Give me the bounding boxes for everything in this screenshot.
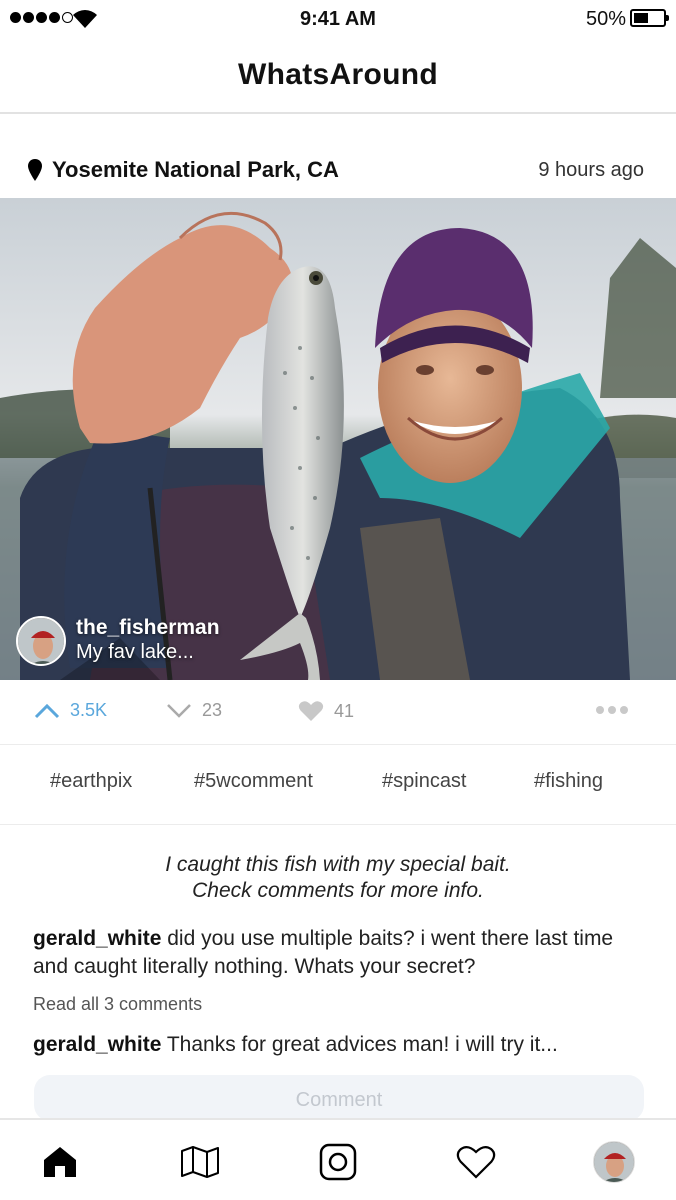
divider (0, 744, 676, 745)
home-icon (44, 1147, 76, 1177)
description-line: I caught this fish with my special bait. (165, 853, 511, 876)
header-divider (0, 112, 676, 114)
location-name: Yosemite National Park, CA (52, 157, 339, 182)
hashtag[interactable]: #5wcomment (194, 770, 313, 793)
chevron-down-icon (167, 703, 191, 718)
tab-map[interactable] (178, 1140, 222, 1184)
upvote-button[interactable]: 3.5K (34, 700, 107, 721)
heart-outline-icon (456, 1145, 496, 1179)
profile-avatar (593, 1141, 635, 1183)
comment-username[interactable]: gerald_white (33, 1033, 161, 1056)
tab-camera[interactable] (316, 1140, 360, 1184)
battery-icon (630, 9, 669, 27)
hashtag-list: #earthpix #5wcomment #spincast #fishing (0, 770, 676, 800)
battery-percent: 50% (585, 8, 626, 30)
hashtag[interactable]: #fishing (534, 770, 603, 793)
app-title: WhatsAround (238, 58, 438, 91)
more-options-icon[interactable] (596, 706, 628, 714)
hashtag[interactable]: #earthpix (50, 770, 132, 793)
like-button[interactable]: 41 (298, 700, 354, 722)
tab-profile[interactable] (592, 1140, 636, 1184)
owner-username[interactable]: the_fisherman (76, 616, 220, 640)
read-all-comments-link[interactable]: Read all 3 comments (33, 994, 202, 1015)
comment-input[interactable]: Comment (34, 1075, 644, 1121)
comment-username[interactable]: gerald_white (33, 927, 161, 950)
location-pin-icon (28, 159, 42, 181)
downvote-button[interactable]: 23 (166, 700, 222, 721)
owner-avatar[interactable] (16, 616, 66, 666)
post-header: Yosemite National Park, CA 9 hours ago (28, 152, 644, 188)
comment: gerald_white Thanks for great advices ma… (33, 1031, 653, 1059)
post-photo[interactable]: the_fisherman My fav lake... (0, 198, 676, 680)
heart-icon (298, 701, 324, 721)
location[interactable]: Yosemite National Park, CA (28, 157, 339, 183)
upvote-count: 3.5K (70, 700, 108, 720)
status-bar: 9:41 AM 50% (0, 0, 676, 40)
tab-bar (0, 1118, 676, 1200)
description-line: Check comments for more info. (192, 879, 484, 902)
divider (0, 824, 676, 825)
downvote-count: 23 (202, 700, 223, 720)
chevron-up-icon (34, 703, 60, 718)
map-icon (181, 1146, 219, 1178)
photo-scene (0, 198, 676, 680)
status-time: 9:41 AM (300, 8, 376, 30)
tab-likes[interactable] (454, 1140, 498, 1184)
post-description: I caught this fish with my special bait.… (0, 852, 676, 904)
post-time-ago: 9 hours ago (538, 158, 644, 181)
tab-home[interactable] (38, 1140, 82, 1184)
owner-caption: My fav lake... (76, 641, 194, 663)
like-count: 41 (334, 700, 355, 721)
camera-icon (319, 1143, 357, 1181)
post-actions: 3.5K 23 41 (0, 694, 676, 734)
comment: gerald_white did you use multiple baits?… (33, 925, 653, 981)
comment-text: Thanks for great advices man! i will try… (166, 1033, 558, 1056)
hashtag[interactable]: #spincast (382, 770, 467, 793)
